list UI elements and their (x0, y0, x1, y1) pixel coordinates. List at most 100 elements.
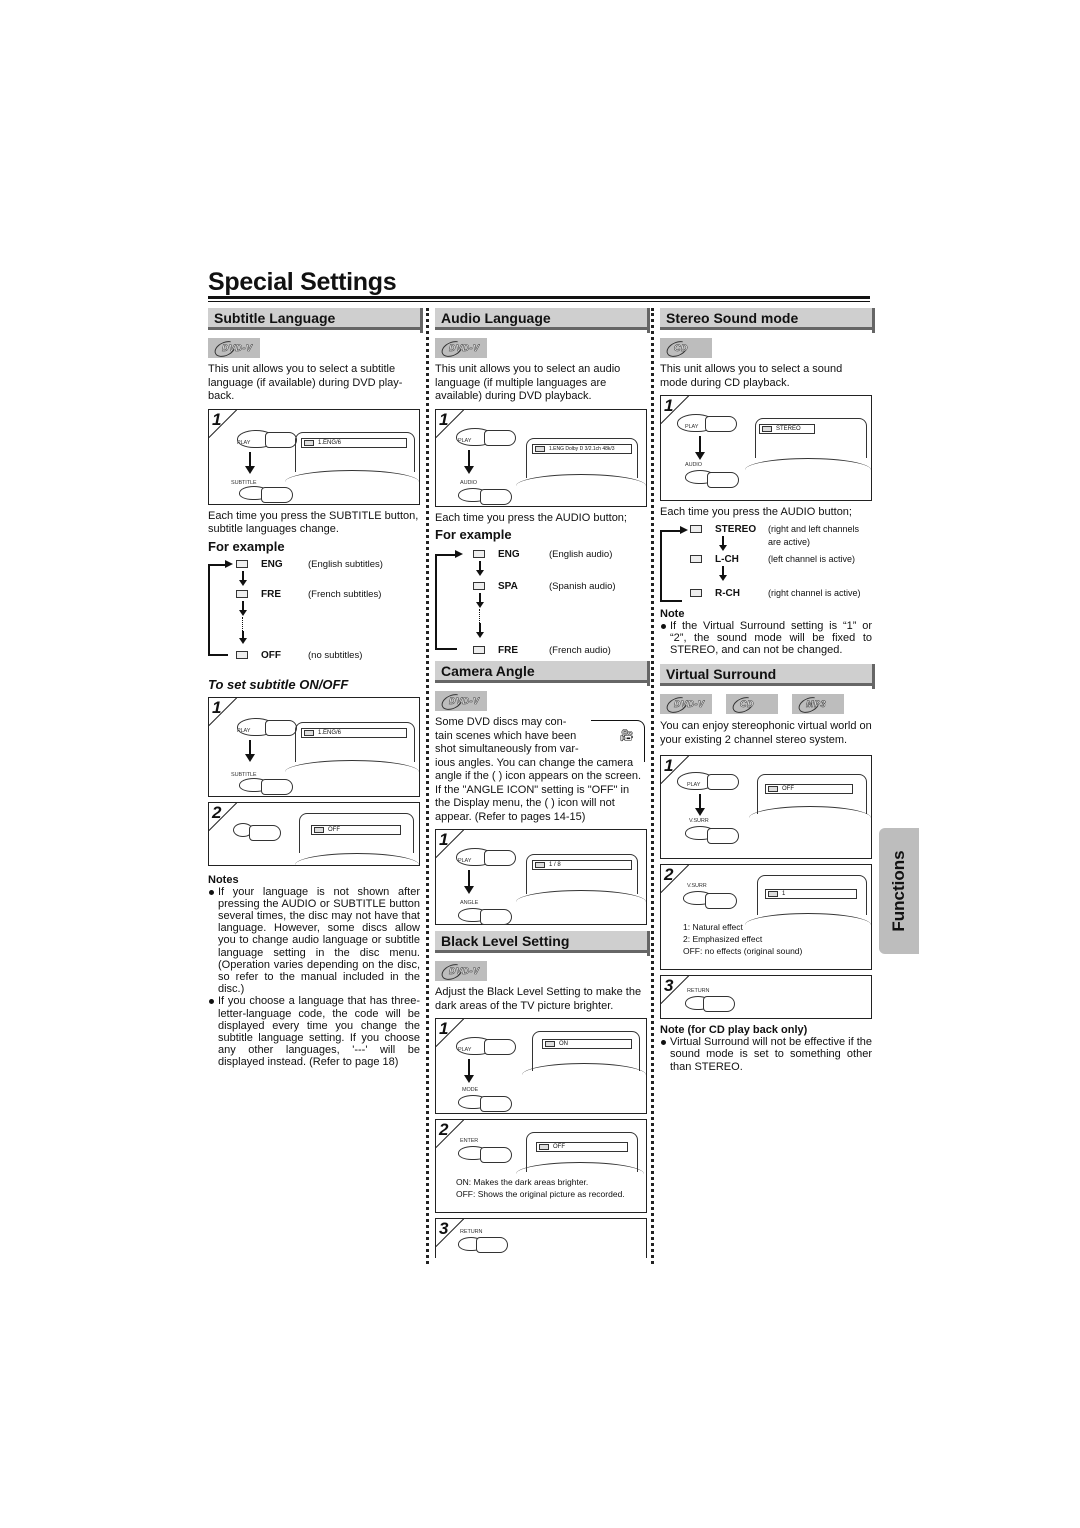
mode-button-label: MODE (462, 1087, 479, 1093)
step-box: 2 ENTER OFF ON: Makes the dark areas bri… (435, 1119, 647, 1213)
step-number: 1 (664, 396, 674, 415)
ellipsis-line (242, 616, 243, 631)
section-title: Black Level Setting (441, 933, 570, 949)
camera-intro: 🎥︎ Some DVD discs may con- tain scenes w… (435, 716, 647, 824)
arrow-down-icon (464, 1059, 474, 1083)
title-rule-thin (208, 301, 870, 302)
hand-icon (484, 429, 516, 446)
step-box: 1 PLAY MODE ON (435, 1018, 647, 1114)
osd-display: OFF (311, 824, 401, 835)
step-box: 2 V.SURR 1 1: Natural effect 2: Emphasiz… (660, 864, 872, 971)
play-label: PLAY (237, 439, 251, 446)
hand-icon (480, 1096, 512, 1112)
arrow-down-icon (239, 570, 247, 586)
osd-display: 1.ENG/6 (301, 437, 407, 448)
audio-icon (473, 582, 485, 590)
step-box: 2 OFF (208, 801, 420, 866)
stereo-section: Stereo Sound mode CD This unit allows yo… (660, 308, 875, 1073)
loop-line (660, 529, 682, 602)
page-title: Special Settings (208, 268, 397, 296)
play-label: PLAY (685, 424, 699, 430)
tv-wave (295, 852, 419, 865)
step-number: 1 (212, 409, 222, 429)
step-number: 3 (439, 1219, 449, 1238)
intro-text: This unit allows you to select a sound m… (660, 363, 843, 389)
press-text: Each time you press the AUDIO button; (435, 511, 627, 524)
intro-text: This unit allows you to select a subtitl… (208, 363, 403, 402)
hand-icon (480, 1147, 512, 1163)
subtitle-button-label: SUBTITLE (231, 479, 257, 486)
press-text: Each time you press the AUDIO button; (660, 506, 852, 518)
intro-text: Adjust the Black Level Setting to make t… (435, 986, 642, 1012)
subtitle-section: Subtitle Language DVD-V This unit allows… (208, 308, 423, 1069)
play-label: PLAY (458, 437, 472, 444)
hand-icon (261, 486, 293, 503)
cd-badge: CD (726, 694, 778, 715)
step-number: 1 (439, 409, 449, 429)
step-number: 1 (439, 1019, 449, 1038)
example-list: STEREO (right and left channels are active… (660, 524, 872, 608)
arrow-down-icon (695, 794, 705, 817)
hand-icon (265, 431, 297, 448)
subtitle-icon (236, 650, 248, 659)
dvd-v-badge: DVD-V (435, 691, 487, 711)
arrow-right-icon (680, 525, 688, 534)
hand-icon (249, 824, 281, 841)
osd-display: OFF (536, 1142, 628, 1152)
subtitle-button-label: SUBTITLE (231, 771, 257, 778)
vsurr-button-label: V.SURR (689, 818, 709, 825)
title-rule (208, 296, 870, 299)
cd-badge: CD (660, 338, 712, 358)
legend: 1: Natural effect 2: Emphasized effect O… (683, 922, 803, 957)
section-header: Black Level Setting (435, 931, 650, 956)
return-button-label: RETURN (687, 988, 710, 995)
hand-icon (705, 893, 737, 910)
step-number: 3 (664, 976, 674, 996)
press-text: Each time you press the SUBTITLE button,… (208, 509, 419, 536)
column-divider (426, 308, 429, 1264)
arrow-down-icon (464, 449, 474, 474)
audio-section: Audio Language DVD-V This unit allows yo… (435, 308, 650, 1263)
hand-icon (705, 416, 737, 432)
step-box: 1 PLAY AUDIO 1.ENG Dolby D 3/2.1ch 48k/3 (435, 408, 647, 507)
note-title: Note (660, 607, 685, 620)
subsection-title: To set subtitle ON/OFF (208, 676, 349, 692)
osd-display: 1.ENG/6 (301, 727, 407, 738)
section-header: Virtual Surround (660, 664, 875, 690)
dvd-v-badge: DVD-V (435, 961, 487, 981)
step-number: 2 (664, 865, 674, 885)
step-number: 2 (212, 802, 222, 822)
step-box: 1 PLAY AUDIO STEREO (660, 395, 872, 501)
note-item: If you choose a language that has three-… (208, 995, 420, 1068)
section-header: Audio Language (435, 308, 650, 333)
audio-button-label: AUDIO (460, 479, 477, 486)
hand-icon (707, 828, 739, 845)
arrow-down-icon (476, 561, 484, 576)
step-number: 2 (439, 1120, 449, 1139)
intro-text: This unit allows you to select an audio … (435, 363, 621, 402)
step-number: 1 (664, 756, 674, 776)
return-button-label: RETURN (460, 1229, 483, 1235)
section-header: Subtitle Language (208, 308, 423, 333)
dvd-v-badge: DVD-V (208, 338, 260, 358)
note-item: If the Virtual Surround setting is “1” o… (660, 620, 872, 657)
dvd-v-badge: DVD-V (435, 338, 487, 358)
arrow-down-icon (245, 451, 255, 474)
hand-icon (480, 488, 512, 505)
arrow-down-icon (719, 565, 727, 581)
step-box: 3 RETURN (435, 1218, 647, 1258)
enter-button-label: ENTER (460, 1138, 479, 1144)
arrow-down-icon (239, 630, 247, 644)
mp3-badge: MP3 (792, 694, 844, 715)
note-item: Virtual Surround will not be effective i… (660, 1036, 872, 1073)
arrow-down-icon (245, 739, 255, 762)
section-title: Audio Language (441, 310, 551, 326)
note-item: If your language is not shown after pres… (208, 886, 420, 996)
loop-line (208, 563, 228, 656)
section-title: Camera Angle (441, 663, 535, 679)
hand-icon (476, 1237, 508, 1253)
tv-corner-frame (591, 720, 645, 762)
arrow-down-icon (476, 593, 484, 608)
section-title: Subtitle Language (214, 310, 336, 326)
example-title: For example (435, 527, 512, 542)
